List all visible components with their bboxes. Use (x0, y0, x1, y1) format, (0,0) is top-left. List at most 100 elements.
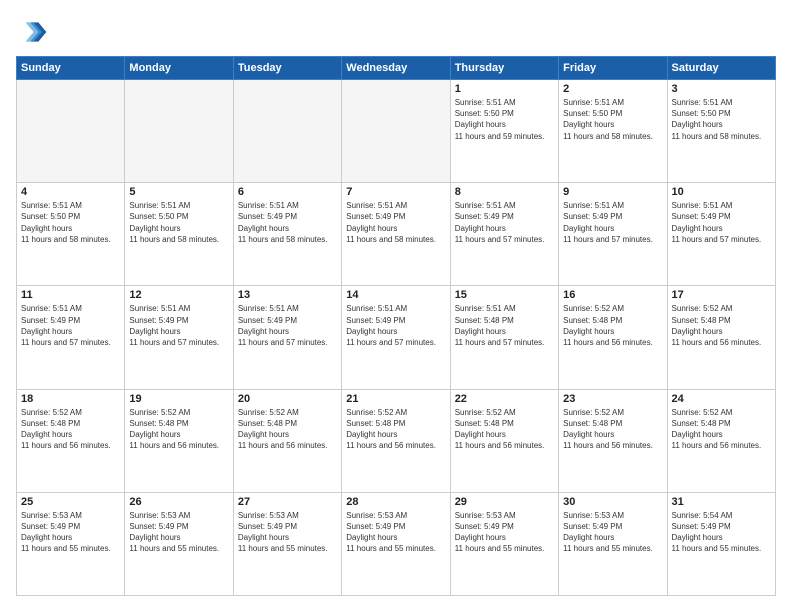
calendar-cell: 30Sunrise: 5:53 AMSunset: 5:49 PMDayligh… (559, 492, 667, 595)
day-info: Sunrise: 5:51 AMSunset: 5:49 PMDaylight … (238, 303, 337, 348)
day-info: Sunrise: 5:54 AMSunset: 5:49 PMDaylight … (672, 510, 771, 555)
logo (16, 16, 52, 48)
calendar: SundayMondayTuesdayWednesdayThursdayFrid… (16, 56, 776, 596)
day-info: Sunrise: 5:52 AMSunset: 5:48 PMDaylight … (455, 407, 554, 452)
day-number: 16 (563, 289, 662, 301)
day-number: 25 (21, 496, 120, 508)
day-number: 11 (21, 289, 120, 301)
day-info: Sunrise: 5:52 AMSunset: 5:48 PMDaylight … (21, 407, 120, 452)
day-number: 12 (129, 289, 228, 301)
calendar-cell: 17Sunrise: 5:52 AMSunset: 5:48 PMDayligh… (667, 286, 775, 389)
day-info: Sunrise: 5:51 AMSunset: 5:50 PMDaylight … (129, 200, 228, 245)
day-info: Sunrise: 5:51 AMSunset: 5:50 PMDaylight … (455, 97, 554, 142)
weekday-header-friday: Friday (559, 57, 667, 80)
day-number: 9 (563, 186, 662, 198)
calendar-cell: 5 Sunrise: 5:51 AMSunset: 5:50 PMDaylight… (125, 183, 233, 286)
calendar-week-3: 18 Sunrise: 5:52 AMSunset: 5:48 PMDayligh… (17, 389, 776, 492)
page: SundayMondayTuesdayWednesdayThursdayFrid… (0, 0, 792, 612)
day-number: 2 (563, 83, 662, 95)
calendar-cell: 15 Sunrise: 5:51 AMSunset: 5:48 PMDayligh… (450, 286, 558, 389)
day-info: Sunrise: 5:52 AMSunset: 5:48 PMDaylight … (672, 407, 771, 452)
day-number: 28 (346, 496, 445, 508)
weekday-header-wednesday: Wednesday (342, 57, 450, 80)
weekday-header-tuesday: Tuesday (233, 57, 341, 80)
day-info: Sunrise: 5:51 AMSunset: 5:49 PMDaylight … (672, 200, 771, 245)
day-number: 27 (238, 496, 337, 508)
day-number: 7 (346, 186, 445, 198)
calendar-cell: 22 Sunrise: 5:52 AMSunset: 5:48 PMDayligh… (450, 389, 558, 492)
calendar-cell: 29 Sunrise: 5:53 AMSunset: 5:49 PMDayligh… (450, 492, 558, 595)
day-number: 19 (129, 393, 228, 405)
day-info: Sunrise: 5:51 AMSunset: 5:49 PMDaylight … (346, 303, 445, 348)
calendar-cell: 28 Sunrise: 5:53 AMSunset: 5:49 PMDayligh… (342, 492, 450, 595)
calendar-cell: 19 Sunrise: 5:52 AMSunset: 5:48 PMDayligh… (125, 389, 233, 492)
day-number: 24 (672, 393, 771, 405)
calendar-cell: 16Sunrise: 5:52 AMSunset: 5:48 PMDayligh… (559, 286, 667, 389)
day-info: Sunrise: 5:52 AMSunset: 5:48 PMDaylight … (238, 407, 337, 452)
day-number: 8 (455, 186, 554, 198)
calendar-week-2: 11 Sunrise: 5:51 AMSunset: 5:49 PMDayligh… (17, 286, 776, 389)
calendar-cell: 25 Sunrise: 5:53 AMSunset: 5:49 PMDayligh… (17, 492, 125, 595)
logo-icon (16, 16, 48, 48)
weekday-header-thursday: Thursday (450, 57, 558, 80)
day-number: 23 (563, 393, 662, 405)
calendar-cell: 23Sunrise: 5:52 AMSunset: 5:48 PMDayligh… (559, 389, 667, 492)
calendar-cell: 2 Sunrise: 5:51 AMSunset: 5:50 PMDaylight… (559, 80, 667, 183)
day-number: 1 (455, 83, 554, 95)
day-number: 17 (672, 289, 771, 301)
calendar-cell: 6 Sunrise: 5:51 AMSunset: 5:49 PMDaylight… (233, 183, 341, 286)
day-info: Sunrise: 5:51 AMSunset: 5:49 PMDaylight … (455, 200, 554, 245)
calendar-cell: 14Sunrise: 5:51 AMSunset: 5:49 PMDayligh… (342, 286, 450, 389)
day-info: Sunrise: 5:53 AMSunset: 5:49 PMDaylight … (21, 510, 120, 555)
day-number: 3 (672, 83, 771, 95)
calendar-cell: 27 Sunrise: 5:53 AMSunset: 5:49 PMDayligh… (233, 492, 341, 595)
calendar-cell: 13 Sunrise: 5:51 AMSunset: 5:49 PMDayligh… (233, 286, 341, 389)
calendar-cell: 9 Sunrise: 5:51 AMSunset: 5:49 PMDaylight… (559, 183, 667, 286)
day-info: Sunrise: 5:53 AMSunset: 5:49 PMDaylight … (238, 510, 337, 555)
calendar-cell: 10 Sunrise: 5:51 AMSunset: 5:49 PMDayligh… (667, 183, 775, 286)
day-info: Sunrise: 5:52 AMSunset: 5:48 PMDaylight … (346, 407, 445, 452)
header (16, 16, 776, 48)
day-info: Sunrise: 5:51 AMSunset: 5:49 PMDaylight … (563, 200, 662, 245)
calendar-cell: 7Sunrise: 5:51 AMSunset: 5:49 PMDaylight… (342, 183, 450, 286)
calendar-cell: 3 Sunrise: 5:51 AMSunset: 5:50 PMDaylight… (667, 80, 775, 183)
day-info: Sunrise: 5:51 AMSunset: 5:49 PMDaylight … (238, 200, 337, 245)
day-info: Sunrise: 5:51 AMSunset: 5:50 PMDaylight … (21, 200, 120, 245)
day-number: 21 (346, 393, 445, 405)
calendar-cell: 24 Sunrise: 5:52 AMSunset: 5:48 PMDayligh… (667, 389, 775, 492)
calendar-cell: 4 Sunrise: 5:51 AMSunset: 5:50 PMDaylight… (17, 183, 125, 286)
day-info: Sunrise: 5:52 AMSunset: 5:48 PMDaylight … (129, 407, 228, 452)
calendar-cell (342, 80, 450, 183)
day-number: 6 (238, 186, 337, 198)
day-info: Sunrise: 5:53 AMSunset: 5:49 PMDaylight … (346, 510, 445, 555)
calendar-cell: 11 Sunrise: 5:51 AMSunset: 5:49 PMDayligh… (17, 286, 125, 389)
day-number: 10 (672, 186, 771, 198)
day-info: Sunrise: 5:51 AMSunset: 5:49 PMDaylight … (21, 303, 120, 348)
day-number: 20 (238, 393, 337, 405)
calendar-cell: 1 Sunrise: 5:51 AMSunset: 5:50 PMDaylight… (450, 80, 558, 183)
weekday-header-monday: Monday (125, 57, 233, 80)
day-info: Sunrise: 5:53 AMSunset: 5:49 PMDaylight … (455, 510, 554, 555)
day-info: Sunrise: 5:53 AMSunset: 5:49 PMDaylight … (129, 510, 228, 555)
day-number: 13 (238, 289, 337, 301)
day-number: 22 (455, 393, 554, 405)
day-info: Sunrise: 5:51 AMSunset: 5:50 PMDaylight … (672, 97, 771, 142)
day-number: 18 (21, 393, 120, 405)
day-info: Sunrise: 5:51 AMSunset: 5:50 PMDaylight … (563, 97, 662, 142)
day-number: 4 (21, 186, 120, 198)
calendar-cell: 12Sunrise: 5:51 AMSunset: 5:49 PMDayligh… (125, 286, 233, 389)
calendar-cell: 31Sunrise: 5:54 AMSunset: 5:49 PMDayligh… (667, 492, 775, 595)
calendar-cell (125, 80, 233, 183)
day-number: 26 (129, 496, 228, 508)
day-number: 29 (455, 496, 554, 508)
day-info: Sunrise: 5:51 AMSunset: 5:48 PMDaylight … (455, 303, 554, 348)
calendar-cell: 20 Sunrise: 5:52 AMSunset: 5:48 PMDayligh… (233, 389, 341, 492)
day-number: 30 (563, 496, 662, 508)
day-number: 15 (455, 289, 554, 301)
calendar-cell (17, 80, 125, 183)
calendar-week-1: 4 Sunrise: 5:51 AMSunset: 5:50 PMDaylight… (17, 183, 776, 286)
calendar-week-4: 25 Sunrise: 5:53 AMSunset: 5:49 PMDayligh… (17, 492, 776, 595)
day-number: 5 (129, 186, 228, 198)
calendar-week-0: 1 Sunrise: 5:51 AMSunset: 5:50 PMDaylight… (17, 80, 776, 183)
calendar-cell (233, 80, 341, 183)
